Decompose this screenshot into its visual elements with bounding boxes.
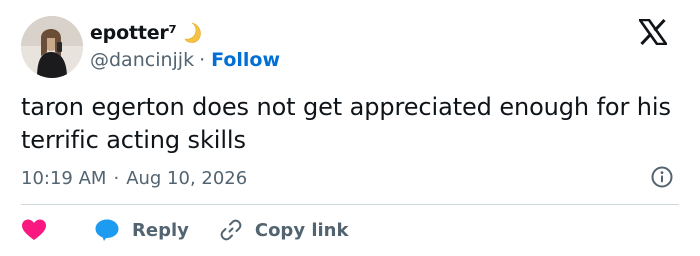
copy-link-label: Copy link [254,219,349,241]
speech-bubble-icon [95,219,119,241]
tweet-time[interactable]: 10:19 AM [21,168,106,189]
separator-dot: · [113,167,120,189]
author-handle[interactable]: @dancinjjk [90,49,194,71]
author-display-name[interactable]: epotter⁷ [90,22,177,44]
copy-link-button[interactable]: Copy link [219,218,349,242]
heart-icon [22,219,46,240]
follow-button[interactable]: Follow [211,49,280,71]
tweet-date[interactable]: Aug 10, 2026 [126,168,247,189]
tweet-timestamp[interactable]: 10:19 AM · Aug 10, 2026 [21,164,247,192]
like-button[interactable] [21,218,47,242]
author-name-row: epotter⁷ [90,20,204,46]
tweet-text: taron egerton does not get appreciated e… [21,93,671,154]
avatar[interactable] [21,16,83,78]
info-icon[interactable] [650,165,674,193]
reply-button[interactable]: Reply [94,218,189,242]
avatar-photo [21,16,83,78]
x-logo-icon[interactable] [637,18,669,49]
link-icon [220,219,242,241]
tweet-actions: Reply Copy link [21,215,348,245]
crescent-moon-icon [184,22,204,44]
reply-label: Reply [132,219,189,241]
divider [21,204,679,205]
separator-dot: · [199,49,206,71]
author-handle-row: @dancinjjk · Follow [90,47,280,73]
